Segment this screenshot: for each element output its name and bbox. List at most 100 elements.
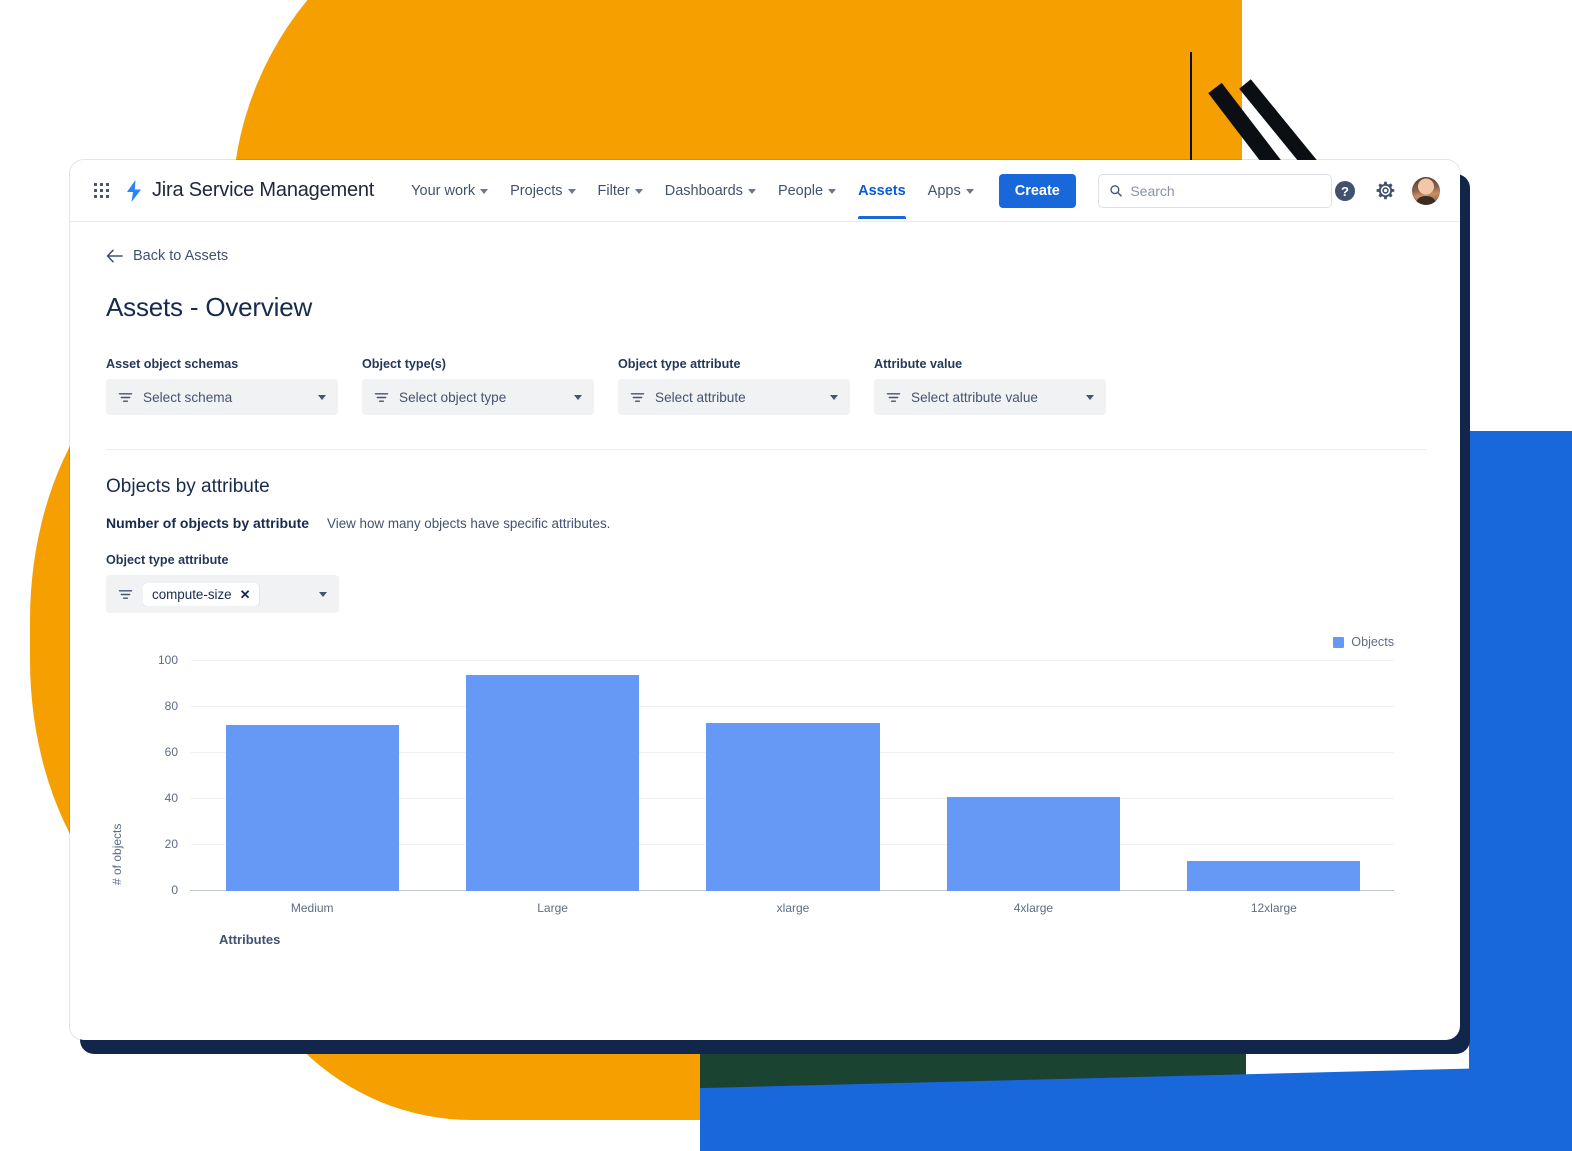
select-placeholder: Select object type (399, 389, 507, 405)
filter-label: Attribute value (874, 357, 963, 371)
legend-label-objects: Objects (1351, 635, 1394, 649)
chart-bars (192, 661, 1394, 891)
create-button[interactable]: Create (998, 173, 1076, 208)
bar[interactable] (946, 796, 1120, 891)
chevron-down-icon (830, 394, 838, 400)
gear-icon[interactable] (1372, 178, 1398, 204)
nav-item-dashboards[interactable]: Dashboards (654, 163, 767, 219)
select-attribute-dropdown[interactable]: Select attribute (618, 379, 850, 415)
filter-label: Asset object schemas (106, 357, 239, 371)
jira-bolt-icon (127, 179, 141, 202)
select-attribute-value-dropdown[interactable]: Select attribute value (874, 379, 1106, 415)
y-axis-tick-label: 80 (164, 699, 178, 713)
y-axis-tick-label: 40 (164, 791, 178, 805)
x-axis-tick-label: Medium (290, 901, 334, 915)
back-link-label: Back to Assets (133, 248, 229, 264)
chevron-down-icon (574, 394, 582, 400)
x-axis-tick-labels: Medium Large xlarge 4xlarge 12xlarge (192, 901, 1394, 915)
nav-item-people[interactable]: People (767, 163, 847, 219)
nav-item-assets[interactable]: Assets (847, 163, 917, 219)
svg-text:?: ? (1341, 184, 1349, 199)
y-axis-tick-label: 60 (164, 745, 178, 759)
bar-column[interactable] (913, 661, 1153, 891)
bar[interactable] (706, 723, 880, 891)
bar-column[interactable] (673, 661, 913, 891)
nav-item-label: Filter (597, 182, 630, 199)
nav-item-your-work[interactable]: Your work (400, 163, 499, 219)
nav-item-label: People (777, 182, 824, 199)
filter-icon (118, 392, 133, 402)
user-avatar[interactable] (1412, 176, 1440, 205)
selected-attribute-chip[interactable]: compute-size ✕ (143, 582, 259, 606)
nav-item-label: Apps (927, 182, 961, 199)
attribute-picker: Object type attribute compute-size ✕ (106, 553, 339, 613)
section-divider (106, 449, 1426, 450)
decor-blue-right-shape (1469, 431, 1572, 1151)
y-axis-title: # of objects (110, 823, 124, 885)
chart-description: View how many objects have specific attr… (327, 516, 611, 531)
chevron-down-icon (319, 591, 327, 597)
filter-label: Object type attribute (618, 357, 741, 371)
x-axis-tick-label: xlarge (776, 901, 810, 915)
screenshot-stage: Jira Service Management Your work Projec… (0, 0, 1572, 1151)
select-placeholder: Select schema (143, 389, 233, 405)
x-axis-tick-label: 12xlarge (1250, 901, 1297, 915)
bar[interactable] (466, 674, 640, 891)
brand-name: Jira Service Management (152, 179, 375, 201)
top-navigation-bar: Jira Service Management Your work Projec… (70, 160, 1460, 222)
chevron-down-icon (965, 189, 974, 194)
back-to-assets-link[interactable]: Back to Assets (106, 248, 228, 264)
filter-icon (374, 392, 389, 402)
bar-column[interactable] (192, 661, 432, 891)
search-input[interactable] (1130, 182, 1321, 199)
chart-heading: Number of objects by attribute (106, 515, 310, 531)
select-schema-dropdown[interactable]: Select schema (106, 379, 338, 415)
search-icon (1110, 185, 1122, 197)
bar-column[interactable] (432, 661, 672, 891)
primary-nav-items: Your work Projects Filter Dashboards Peo… (400, 163, 985, 219)
help-circle-icon[interactable]: ? (1332, 178, 1358, 204)
chevron-down-icon (828, 189, 837, 194)
filter-asset-object-schemas: Asset object schemas Select schema (106, 357, 338, 415)
bar[interactable] (225, 725, 399, 891)
select-placeholder: Select attribute (655, 389, 746, 405)
nav-item-label: Assets (858, 182, 906, 199)
filter-label: Object type(s) (362, 357, 446, 371)
x-axis-tick-label: 4xlarge (1013, 901, 1054, 915)
y-axis-tick-label: 0 (171, 883, 178, 897)
nav-item-apps[interactable]: Apps (917, 163, 985, 219)
chevron-down-icon (480, 189, 489, 194)
legend-swatch-objects (1333, 636, 1345, 648)
nav-item-label: Projects (510, 182, 563, 199)
filter-object-type-attribute: Object type attribute Select attribute (618, 357, 850, 415)
chevron-down-icon (567, 189, 576, 194)
chevron-down-icon (1086, 394, 1094, 400)
nav-right-actions: ? (1332, 176, 1444, 205)
grid-apps-icon[interactable] (84, 174, 118, 208)
page-content: Back to Assets Assets - Overview Asset o… (70, 222, 1460, 955)
select-placeholder: Select attribute value (911, 389, 1038, 405)
chevron-down-icon (634, 189, 643, 194)
objects-by-attribute-chart: Objects # of objects 100 80 60 40 20 0 Medium… (106, 635, 1426, 955)
filter-icon (630, 392, 645, 402)
nav-item-filter[interactable]: Filter (587, 163, 654, 219)
search-box[interactable] (1097, 173, 1332, 208)
chevron-down-icon (747, 189, 756, 194)
nav-item-label: Dashboards (664, 182, 743, 199)
nav-item-projects[interactable]: Projects (499, 163, 586, 219)
attribute-select-dropdown[interactable]: compute-size ✕ (106, 575, 339, 613)
filter-bar: Asset object schemas Select schema Objec… (106, 357, 1426, 415)
bar[interactable] (1187, 861, 1361, 891)
select-object-type-dropdown[interactable]: Select object type (362, 379, 594, 415)
filter-attribute-value: Attribute value Select attribute value (874, 357, 1106, 415)
app-window-card: Jira Service Management Your work Projec… (70, 160, 1460, 1040)
section-title: Objects by attribute (106, 476, 270, 497)
brand-logo[interactable]: Jira Service Management (124, 179, 374, 202)
chart-legend: Objects (1333, 635, 1394, 649)
close-icon[interactable]: ✕ (240, 588, 251, 601)
filter-object-types: Object type(s) Select object type (362, 357, 594, 415)
chevron-down-icon (318, 394, 326, 400)
bar-column[interactable] (1154, 661, 1394, 891)
arrow-left-icon (106, 249, 123, 263)
filter-icon (118, 589, 133, 599)
